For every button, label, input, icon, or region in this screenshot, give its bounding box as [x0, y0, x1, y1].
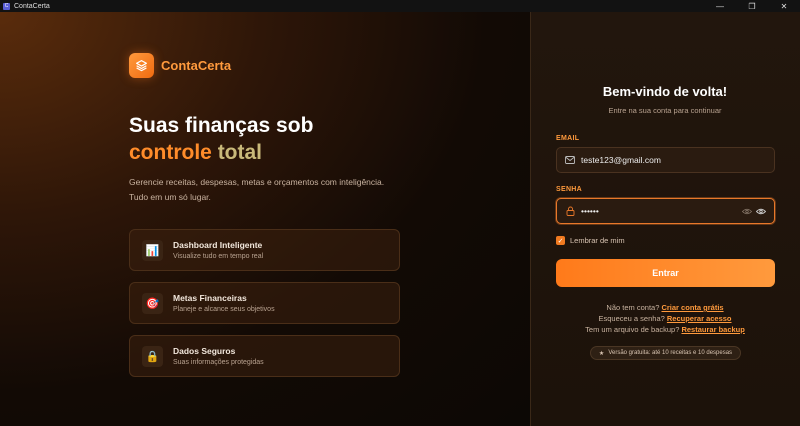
lock-icon: 🔒	[142, 345, 163, 367]
headline-word-controle: controle	[129, 141, 212, 164]
email-label: EMAIL	[556, 135, 580, 142]
login-title: Bem-vindo de volta!	[602, 84, 728, 99]
signup-line: Não tem conta? Criar conta grátis	[530, 303, 800, 312]
login-subtitle: Entre na sua conta para continuar	[608, 106, 722, 115]
forgot-prefix: Esqueceu a senha?	[598, 314, 665, 323]
feature-description: Planeje e alcance seus objetivos	[173, 306, 275, 313]
feature-description: Suas informações protegidas	[173, 359, 264, 366]
show-password-eye-icon[interactable]	[756, 208, 766, 215]
star-icon: ★	[598, 350, 605, 357]
feature-title: Dashboard Inteligente	[173, 240, 263, 250]
feature-card-dashboard: 📊 Dashboard Inteligente Visualize tudo e…	[129, 229, 400, 271]
forgot-line: Esqueceu a senha? Recuperar acesso	[530, 314, 800, 323]
password-field[interactable]: ••••••	[556, 198, 775, 224]
feature-card-security: 🔒 Dados Seguros Suas informações protegi…	[129, 335, 400, 377]
window-title: ContaCerta	[14, 2, 50, 10]
mail-icon	[565, 156, 575, 164]
hero-headline: Suas finanças sob controle total	[129, 112, 313, 166]
signup-prefix: Não tem conta?	[606, 303, 660, 312]
eye-hint-icon	[742, 208, 752, 215]
password-input[interactable]: ••••••	[581, 206, 742, 216]
feature-title: Metas Financeiras	[173, 293, 247, 303]
hero-subtext: Gerencie receitas, despesas, metas e orç…	[129, 177, 385, 202]
headline-word-total: total	[217, 141, 263, 164]
feature-card-goals: 🎯 Metas Financeiras Planeje e alcance se…	[129, 282, 400, 324]
maximize-button[interactable]: ❐	[736, 0, 768, 12]
close-button[interactable]: ✕	[768, 0, 800, 12]
feature-title: Dados Seguros	[173, 346, 236, 356]
feature-description: Visualize tudo em tempo real	[173, 253, 264, 260]
window-titlebar: C ContaCerta — ❐ ✕	[0, 0, 800, 12]
remember-label: Lembrar de mim	[570, 236, 625, 245]
bar-chart-icon: 📊	[142, 239, 163, 261]
backup-line: Tem um arquivo de backup? Restaurar back…	[530, 325, 800, 334]
headline-line2: controle total	[129, 139, 313, 166]
lock-icon	[565, 206, 575, 216]
brand: ContaCerta	[129, 53, 231, 78]
remember-checkbox[interactable]: ✓	[556, 236, 565, 245]
login-button[interactable]: Entrar	[556, 259, 775, 287]
brand-name: ContaCerta	[161, 58, 232, 73]
minimize-button[interactable]: —	[704, 0, 736, 12]
backup-link[interactable]: Restaurar backup	[681, 325, 744, 334]
remember-me[interactable]: ✓ Lembrar de mim	[556, 236, 625, 245]
window-controls: — ❐ ✕	[704, 0, 800, 12]
signup-link[interactable]: Criar conta grátis	[661, 303, 723, 312]
backup-prefix: Tem um arquivo de backup?	[585, 325, 680, 334]
layers-logo-icon	[129, 53, 154, 78]
badge-text: Versão gratuita: até 10 receitas e 10 de…	[608, 350, 733, 356]
email-input[interactable]: teste123@gmail.com	[581, 155, 774, 165]
free-version-badge: ★ Versão gratuita: até 10 receitas e 10 …	[590, 346, 741, 360]
forgot-link[interactable]: Recuperar acesso	[667, 314, 732, 323]
app-icon: C	[3, 2, 10, 10]
email-field[interactable]: teste123@gmail.com	[556, 147, 775, 173]
target-icon: 🎯	[142, 292, 163, 314]
password-label: SENHA	[556, 186, 583, 193]
headline-line1: Suas finanças sob	[129, 114, 314, 137]
